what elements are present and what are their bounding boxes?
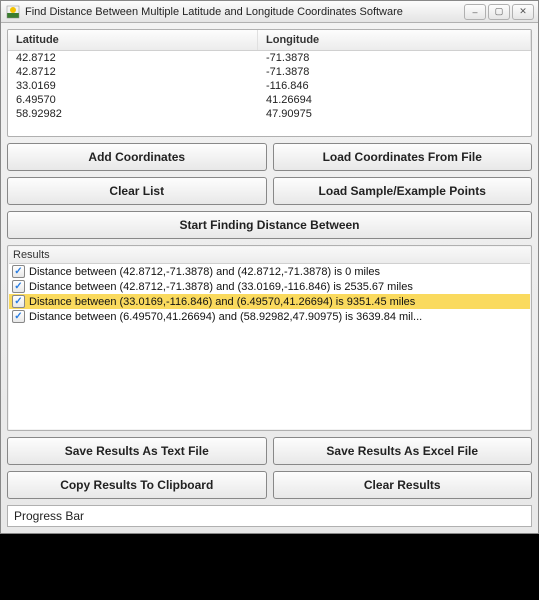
maximize-button[interactable]: ▢ bbox=[488, 4, 510, 20]
close-button[interactable]: ✕ bbox=[512, 4, 534, 20]
longitude-cell: 41.26694 bbox=[258, 93, 531, 107]
longitude-cell: -71.3878 bbox=[258, 51, 531, 65]
result-row[interactable]: Distance between (42.8712,-71.3878) and … bbox=[9, 279, 530, 294]
result-row[interactable]: Distance between (33.0169,-116.846) and … bbox=[9, 294, 530, 309]
main-window: Find Distance Between Multiple Latitude … bbox=[0, 0, 539, 534]
result-text: Distance between (33.0169,-116.846) and … bbox=[29, 296, 415, 308]
progress-label: Progress Bar bbox=[14, 509, 84, 523]
longitude-header[interactable]: Longitude bbox=[258, 30, 531, 50]
load-coordinates-button[interactable]: Load Coordinates From File bbox=[273, 143, 533, 171]
table-row[interactable]: 42.8712-71.3878 bbox=[8, 51, 531, 65]
load-sample-button[interactable]: Load Sample/Example Points bbox=[273, 177, 533, 205]
results-group: Results Distance between (42.8712,-71.38… bbox=[7, 245, 532, 431]
latitude-cell: 42.8712 bbox=[8, 51, 258, 65]
titlebar: Find Distance Between Multiple Latitude … bbox=[1, 1, 538, 23]
table-row[interactable]: 42.8712-71.3878 bbox=[8, 65, 531, 79]
table-row[interactable]: 58.9298247.90975 bbox=[8, 107, 531, 121]
client-area: Latitude Longitude 42.8712-71.387842.871… bbox=[1, 23, 538, 533]
start-finding-button[interactable]: Start Finding Distance Between bbox=[7, 211, 532, 239]
coordinates-table[interactable]: Latitude Longitude 42.8712-71.387842.871… bbox=[7, 29, 532, 137]
checkbox-icon[interactable] bbox=[12, 310, 25, 323]
table-row[interactable]: 33.0169-116.846 bbox=[8, 79, 531, 93]
result-row[interactable]: Distance between (6.49570,41.26694) and … bbox=[9, 309, 530, 324]
window-title: Find Distance Between Multiple Latitude … bbox=[25, 6, 464, 18]
checkbox-icon[interactable] bbox=[12, 295, 25, 308]
results-list[interactable]: Distance between (42.8712,-71.3878) and … bbox=[9, 264, 530, 429]
latitude-header[interactable]: Latitude bbox=[8, 30, 258, 50]
table-header: Latitude Longitude bbox=[8, 30, 531, 51]
result-text: Distance between (6.49570,41.26694) and … bbox=[29, 311, 422, 323]
results-label: Results bbox=[9, 247, 530, 264]
checkbox-icon[interactable] bbox=[12, 265, 25, 278]
table-body: 42.8712-71.387842.8712-71.387833.0169-11… bbox=[8, 51, 531, 121]
window-controls: – ▢ ✕ bbox=[464, 4, 534, 20]
longitude-cell: -116.846 bbox=[258, 79, 531, 93]
add-coordinates-button[interactable]: Add Coordinates bbox=[7, 143, 267, 171]
latitude-cell: 33.0169 bbox=[8, 79, 258, 93]
longitude-cell: -71.3878 bbox=[258, 65, 531, 79]
result-text: Distance between (42.8712,-71.3878) and … bbox=[29, 266, 380, 278]
latitude-cell: 42.8712 bbox=[8, 65, 258, 79]
app-icon bbox=[5, 4, 21, 20]
latitude-cell: 6.49570 bbox=[8, 93, 258, 107]
copy-clipboard-button[interactable]: Copy Results To Clipboard bbox=[7, 471, 267, 499]
result-text: Distance between (42.8712,-71.3878) and … bbox=[29, 281, 413, 293]
save-text-button[interactable]: Save Results As Text File bbox=[7, 437, 267, 465]
minimize-button[interactable]: – bbox=[464, 4, 486, 20]
table-row[interactable]: 6.4957041.26694 bbox=[8, 93, 531, 107]
longitude-cell: 47.90975 bbox=[258, 107, 531, 121]
checkbox-icon[interactable] bbox=[12, 280, 25, 293]
clear-results-button[interactable]: Clear Results bbox=[273, 471, 533, 499]
result-row[interactable]: Distance between (42.8712,-71.3878) and … bbox=[9, 264, 530, 279]
latitude-cell: 58.92982 bbox=[8, 107, 258, 121]
save-excel-button[interactable]: Save Results As Excel File bbox=[273, 437, 533, 465]
clear-list-button[interactable]: Clear List bbox=[7, 177, 267, 205]
progress-bar: Progress Bar bbox=[7, 505, 532, 527]
